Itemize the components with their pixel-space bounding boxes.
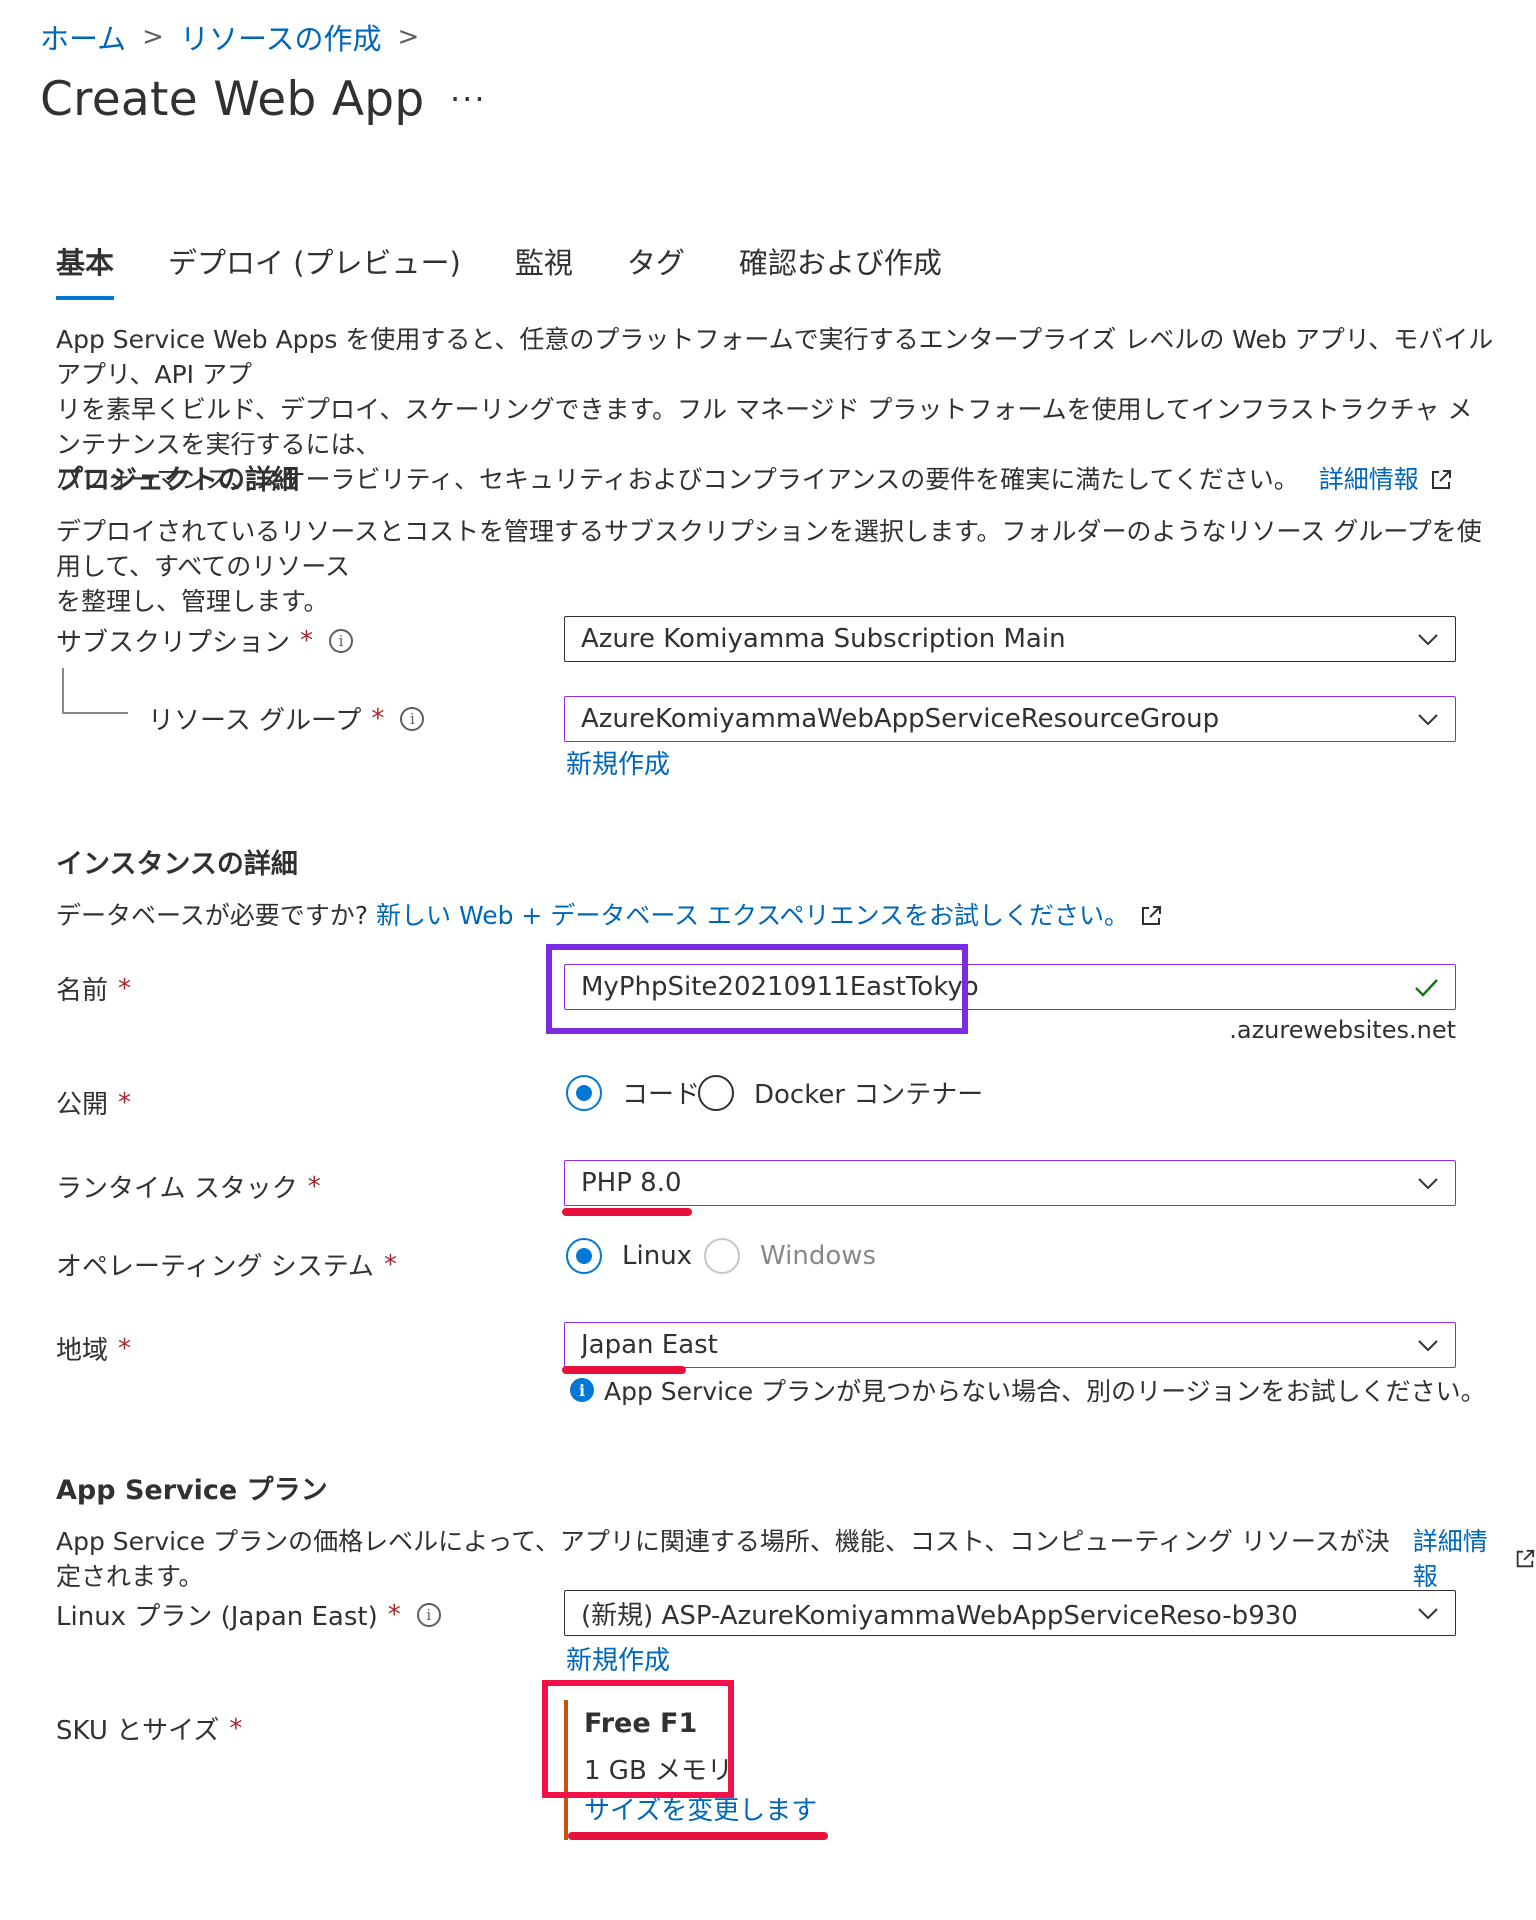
resource-group-label: リソース グループ * i (148, 700, 425, 737)
required-mark: * (300, 625, 314, 656)
more-options-button[interactable]: ··· (450, 80, 487, 118)
plan-desc: App Service プランの価格レベルによって、アプリに関連する場所、機能、… (56, 1524, 1536, 1594)
region-label: 地域 * (56, 1333, 132, 1367)
chevron-down-icon (1418, 1178, 1438, 1190)
linux-plan-dropdown[interactable]: (新規) ASP-AzureKomiyammaWebAppServiceReso… (564, 1590, 1456, 1636)
required-mark: * (229, 1713, 243, 1744)
annotation-box (546, 944, 968, 1034)
required-mark: * (307, 1171, 321, 1202)
region-info-message: i App Service プランが見つからない場合、別のリージョンをお試しくだ… (570, 1372, 1486, 1408)
required-mark: * (383, 1249, 397, 1280)
breadcrumb: ホーム > リソースの作成 > (40, 16, 435, 58)
publish-label: 公開 * (56, 1087, 132, 1121)
breadcrumb-home[interactable]: ホーム (40, 16, 126, 58)
create-new-resource-group-link[interactable]: 新規作成 (566, 744, 670, 781)
chevron-right-icon: > (142, 22, 164, 52)
tree-connector (62, 712, 128, 714)
app-service-plan-heading: App Service プラン (56, 1475, 328, 1506)
info-icon[interactable]: i (400, 706, 425, 731)
info-icon[interactable]: i (329, 628, 354, 653)
resource-group-dropdown[interactable]: AzureKomiyammaWebAppServiceResourceGroup (564, 696, 1456, 742)
learn-more-link[interactable]: 詳細情報 (1319, 462, 1419, 497)
instance-details-heading: インスタンスの詳細 (56, 849, 298, 880)
info-filled-icon: i (570, 1378, 594, 1402)
web-db-experience-link[interactable]: 新しい Web + データベース エクスペリエンスをお試しください。 (376, 898, 1129, 933)
tab-basics[interactable]: 基本 (56, 240, 115, 300)
db-prompt: データベースが必要ですか? 新しい Web + データベース エクスペリエンスを… (56, 898, 1163, 933)
region-dropdown[interactable]: Japan East (564, 1322, 1456, 1368)
create-new-plan-link[interactable]: 新規作成 (566, 1640, 670, 1677)
linux-plan-label: Linux プラン (Japan East) * i (56, 1596, 441, 1633)
required-mark: * (118, 1333, 132, 1364)
radio-selected-icon (566, 1238, 602, 1274)
runtime-stack-label: ランタイム スタック * (56, 1171, 321, 1205)
required-mark: * (387, 1599, 401, 1630)
domain-suffix: .azurewebsites.net (1229, 1016, 1456, 1044)
radio-unselected-icon (698, 1074, 734, 1111)
subscription-dropdown[interactable]: Azure Komiyamma Subscription Main (564, 616, 1456, 662)
external-link-icon (1431, 469, 1451, 489)
required-mark: * (118, 1087, 132, 1118)
runtime-stack-dropdown[interactable]: PHP 8.0 (564, 1160, 1456, 1206)
project-details-desc: デプロイされているリソースとコストを管理するサブスクリプションを選択します。フォ… (56, 517, 1482, 616)
annotation-underline (562, 1208, 692, 1216)
os-label: オペレーティング システム * (56, 1249, 397, 1283)
tab-review-create[interactable]: 確認および作成 (739, 240, 942, 300)
os-linux-radio[interactable]: Linux (566, 1238, 692, 1274)
tab-deploy[interactable]: デプロイ (プレビュー) (168, 240, 461, 300)
chevron-down-icon (1418, 714, 1438, 726)
tab-tags[interactable]: タグ (627, 240, 685, 300)
checkmark-icon (1415, 979, 1438, 997)
radio-selected-icon (566, 1074, 602, 1111)
info-icon[interactable]: i (416, 1602, 441, 1627)
name-label: 名前 * (56, 973, 132, 1007)
tab-monitoring[interactable]: 監視 (515, 240, 573, 300)
publish-docker-radio[interactable]: Docker コンテナー (698, 1074, 983, 1111)
os-windows-radio[interactable]: Windows (704, 1238, 876, 1274)
annotation-underline (568, 1832, 828, 1840)
plan-learn-more-link[interactable]: 詳細情報 (1413, 1524, 1504, 1594)
page-title: Create Web App (40, 72, 425, 127)
sku-label: SKU とサイズ * (56, 1713, 243, 1747)
chevron-down-icon (1418, 1340, 1438, 1352)
annotation-box (542, 1680, 734, 1798)
required-mark: * (371, 703, 385, 734)
tab-bar: 基本 デプロイ (プレビュー) 監視 タグ 確認および作成 (56, 240, 996, 300)
breadcrumb-create-resource[interactable]: リソースの作成 (180, 16, 382, 58)
chevron-down-icon (1418, 634, 1438, 646)
external-link-icon (1516, 1549, 1535, 1568)
tree-connector (62, 668, 64, 712)
required-mark: * (118, 973, 132, 1004)
publish-code-radio[interactable]: コード (566, 1074, 700, 1111)
radio-unselected-icon (704, 1238, 740, 1274)
project-details-heading: プロジェクトの詳細 (56, 465, 299, 496)
subscription-label: サブスクリプション * i (56, 622, 354, 659)
chevron-down-icon (1418, 1608, 1438, 1620)
chevron-right-icon: > (397, 22, 420, 52)
external-link-icon (1142, 905, 1162, 925)
